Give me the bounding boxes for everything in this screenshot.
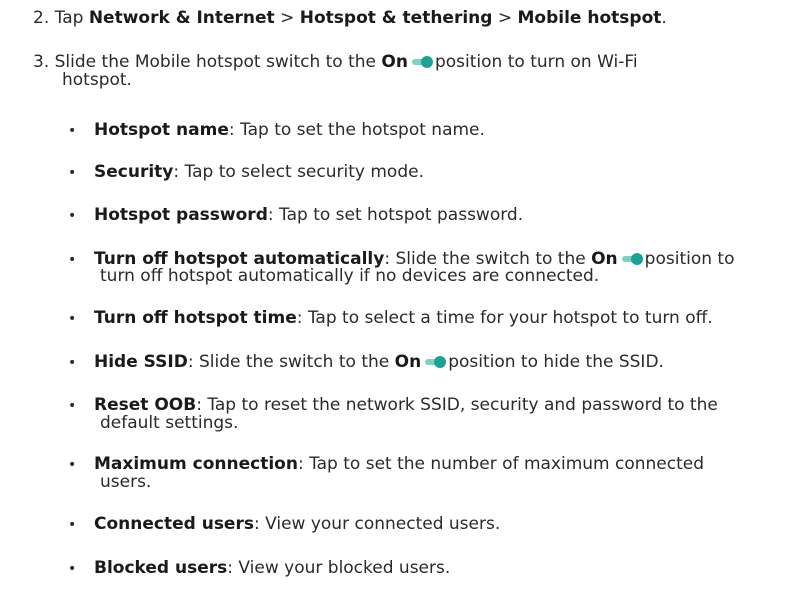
step-text: position to turn on Wi-Fi	[434, 52, 638, 72]
bullet-turn-off-time: Turn off hotspot time: Tap to select a t…	[94, 308, 713, 328]
term: Connected users	[94, 514, 254, 534]
bullet-marker: •	[68, 252, 77, 268]
step-number: 2.	[33, 8, 50, 28]
toggle-on-icon	[621, 253, 643, 265]
description: : Tap to set the hotspot name.	[228, 120, 485, 140]
bullet-marker: •	[68, 398, 77, 414]
bullet-marker: •	[68, 517, 77, 533]
bullet-hotspot-name: Hotspot name: Tap to set the hotspot nam…	[94, 120, 485, 140]
description: : Tap to set hotspot password.	[267, 205, 524, 225]
bullet-marker: •	[68, 311, 77, 327]
bullet-hide-ssid: Hide SSID: Slide the switch to the On pos…	[94, 352, 664, 372]
term: Reset OOB	[94, 395, 197, 415]
bullet-max-connection: Maximum connection: Tap to set the numbe…	[94, 454, 704, 474]
term: Maximum connection	[94, 454, 298, 474]
bullet-continuation: turn off hotspot automatically if no dev…	[100, 266, 600, 286]
on-label: On	[381, 52, 408, 72]
description: : View your blocked users.	[227, 558, 451, 578]
description: : View your connected users.	[253, 514, 501, 534]
term: Security	[94, 162, 174, 182]
description: : Tap to select a time for your hotspot …	[296, 308, 713, 328]
term: Blocked users	[94, 558, 228, 578]
toggle-on-icon	[411, 56, 433, 68]
bullet-marker: •	[68, 208, 77, 224]
term: Hotspot password	[94, 205, 268, 225]
term: Hotspot name	[94, 120, 229, 140]
period: .	[661, 8, 667, 28]
step-number: 3.	[33, 52, 50, 72]
description: : Tap to reset the network SSID, securit…	[196, 395, 718, 415]
bullet-marker: •	[68, 165, 77, 181]
bullet-continuation: default settings.	[100, 413, 239, 433]
bullet-marker: •	[68, 561, 77, 577]
bullet-connected-users: Connected users: View your connected use…	[94, 514, 500, 534]
term: Turn off hotspot time	[94, 308, 297, 328]
bullet-hotspot-password: Hotspot password: Tap to set hotspot pas…	[94, 205, 523, 225]
description: position to	[644, 249, 735, 269]
description: position to hide the SSID.	[448, 352, 664, 372]
menu-hotspot-tethering: Hotspot & tethering	[299, 8, 493, 28]
step-3: 3. Slide the Mobile hotspot switch to th…	[33, 52, 638, 72]
path-separator: >	[280, 8, 295, 28]
step-2: 2. Tap Network & Internet > Hotspot & te…	[33, 8, 667, 28]
bullet-reset-oob: Reset OOB: Tap to reset the network SSID…	[94, 395, 718, 415]
description: : Tap to select security mode.	[173, 162, 424, 182]
bullet-marker: •	[68, 457, 77, 473]
description: : Tap to set the number of maximum conne…	[297, 454, 705, 474]
step-3-continuation: hotspot.	[62, 70, 132, 90]
on-label: On	[394, 352, 422, 372]
toggle-on-icon	[425, 356, 447, 368]
term: Hide SSID	[94, 352, 188, 372]
bullet-security: Security: Tap to select security mode.	[94, 162, 424, 182]
bullet-continuation: users.	[100, 472, 152, 492]
menu-network-internet: Network & Internet	[88, 8, 275, 28]
step-text: Tap	[54, 8, 84, 28]
bullet-blocked-users: Blocked users: View your blocked users.	[94, 558, 450, 578]
menu-mobile-hotspot: Mobile hotspot	[517, 8, 662, 28]
description: : Slide the switch to the	[187, 352, 390, 372]
path-separator: >	[497, 8, 513, 28]
bullet-marker: •	[68, 123, 77, 139]
bullet-marker: •	[68, 355, 77, 371]
step-text: Slide the Mobile hotspot switch to the	[54, 52, 377, 72]
